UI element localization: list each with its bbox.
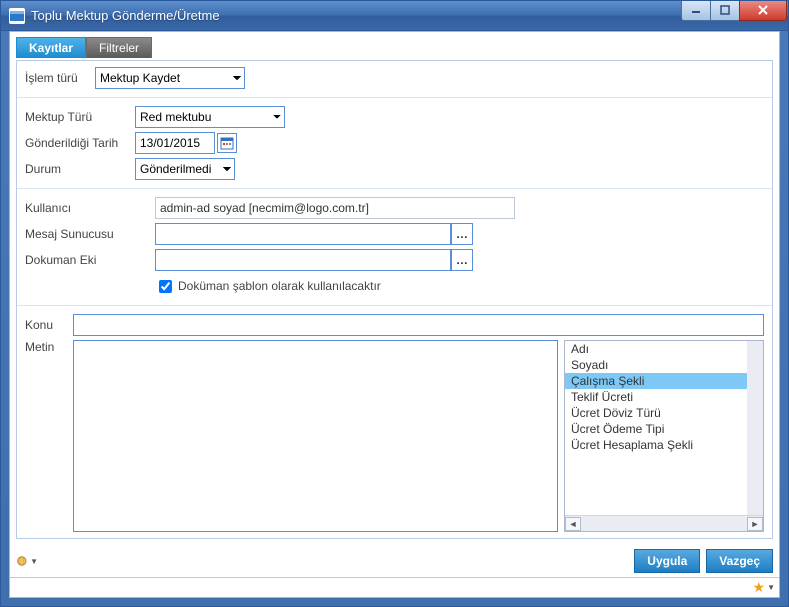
- calendar-icon[interactable]: [217, 133, 237, 153]
- tab-records[interactable]: Kayıtlar: [16, 37, 86, 58]
- label-mesaj-sunucusu: Mesaj Sunucusu: [25, 227, 155, 241]
- kullanici-display: admin-ad soyad [necmim@logo.com.tr]: [155, 197, 515, 219]
- app-icon: [9, 8, 25, 24]
- label-durum: Durum: [25, 162, 135, 176]
- metin-textarea[interactable]: [73, 340, 558, 532]
- fieldlist-item[interactable]: Adı: [565, 341, 747, 357]
- tab-filters[interactable]: Filtreler: [86, 37, 152, 58]
- fieldlist-item[interactable]: Ücret Döviz Türü: [565, 405, 747, 421]
- konu-input[interactable]: [73, 314, 764, 336]
- client-area: Kayıtlar Filtreler İşlem türü Mektup Kay…: [9, 31, 780, 598]
- window-title: Toplu Mektup Gönderme/Üretme: [31, 8, 682, 23]
- sablon-checkbox[interactable]: [159, 280, 172, 293]
- label-mektup-turu: Mektup Türü: [25, 110, 135, 124]
- gonder-tarih-input[interactable]: [135, 132, 215, 154]
- label-sablon-checkbox: Doküman şablon olarak kullanılacaktır: [178, 279, 381, 293]
- footer: ▼ Uygula Vazgeç: [10, 545, 779, 577]
- scroll-right-button[interactable]: ►: [747, 517, 763, 531]
- minimize-button[interactable]: [681, 1, 711, 21]
- fieldlist-item[interactable]: Ücret Ödeme Tipi: [565, 421, 747, 437]
- fieldlist-hscroll[interactable]: ◄ ►: [565, 515, 763, 531]
- fieldlist-panel: AdıSoyadıÇalışma ŞekliTeklif ÜcretiÜcret…: [564, 340, 764, 532]
- cancel-button[interactable]: Vazgeç: [706, 549, 773, 573]
- durum-select[interactable]: Gönderilmedi: [135, 158, 235, 180]
- apply-button[interactable]: Uygula: [634, 549, 700, 573]
- app-window: Toplu Mektup Gönderme/Üretme Kayıtlar Fi…: [0, 0, 789, 607]
- islem-turu-select[interactable]: Mektup Kaydet: [95, 67, 245, 89]
- fieldlist-item[interactable]: Ücret Hesaplama Şekli: [565, 437, 747, 453]
- titlebar[interactable]: Toplu Mektup Gönderme/Üretme: [1, 1, 788, 31]
- label-kullanici: Kullanıcı: [25, 201, 155, 215]
- close-button[interactable]: [739, 1, 787, 21]
- fieldlist-item[interactable]: Çalışma Şekli: [565, 373, 747, 389]
- fieldlist-item[interactable]: Soyadı: [565, 357, 747, 373]
- mesaj-sunucusu-input[interactable]: [155, 223, 451, 245]
- fieldlist-item[interactable]: Teklif Ücreti: [565, 389, 747, 405]
- scroll-left-button[interactable]: ◄: [565, 517, 581, 531]
- label-metin: Metin: [25, 340, 73, 532]
- label-dokuman-eki: Dokuman Eki: [25, 253, 155, 267]
- fieldlist[interactable]: AdıSoyadıÇalışma ŞekliTeklif ÜcretiÜcret…: [565, 341, 763, 515]
- statusbar: ★ ▼: [10, 577, 779, 597]
- globe-icon[interactable]: ▼: [16, 550, 38, 572]
- maximize-button[interactable]: [710, 1, 740, 21]
- star-icon[interactable]: ★: [753, 579, 766, 596]
- label-konu: Konu: [25, 318, 73, 332]
- records-panel: İşlem türü Mektup Kaydet Mektup Türü Red…: [16, 60, 773, 539]
- mesaj-sunucusu-browse-button[interactable]: …: [451, 223, 473, 245]
- chevron-down-icon[interactable]: ▼: [767, 583, 775, 592]
- dokuman-eki-browse-button[interactable]: …: [451, 249, 473, 271]
- label-gonder-tarih: Gönderildiği Tarih: [25, 136, 135, 150]
- mektup-turu-select[interactable]: Red mektubu: [135, 106, 285, 128]
- tabstrip: Kayıtlar Filtreler: [16, 38, 773, 58]
- dokuman-eki-input[interactable]: [155, 249, 451, 271]
- label-islem-turu: İşlem türü: [25, 71, 95, 85]
